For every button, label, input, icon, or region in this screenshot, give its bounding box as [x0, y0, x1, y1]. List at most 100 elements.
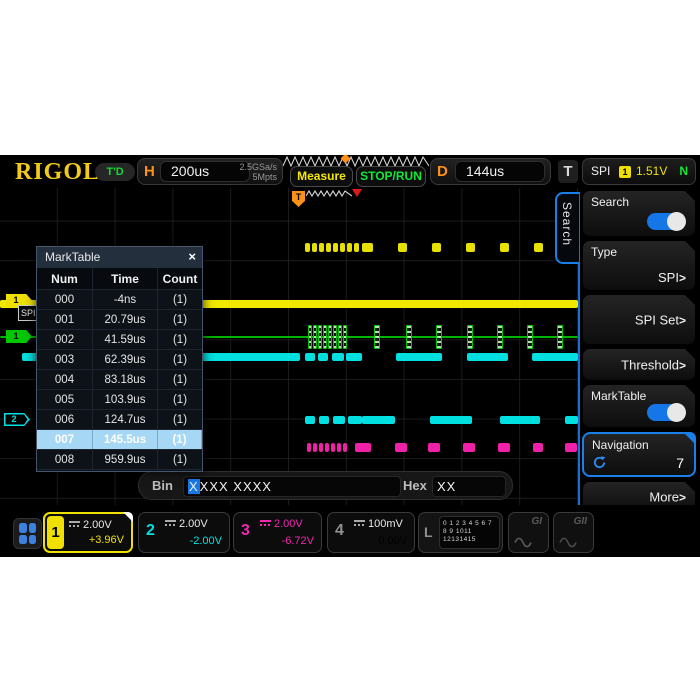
marktable-row[interactable]: 00483.18us(1) [37, 370, 202, 390]
timebase-value[interactable]: 200us [160, 161, 250, 182]
marker-label: 1 [6, 330, 26, 343]
channel-scale: 2.00V [260, 518, 303, 530]
bin-cursor: X [188, 479, 200, 494]
logic-row: 0 1 2 3 4 5 6 7 [443, 520, 492, 527]
generator-label: GII [574, 516, 587, 527]
hex-label: Hex [403, 478, 427, 493]
menu-label: Threshold [621, 357, 679, 372]
clk-pulse [328, 325, 332, 349]
channel-offset: 0.00V [378, 535, 407, 547]
ch2-offset-marker[interactable]: 2 [4, 413, 30, 426]
tab-search-label: Search [560, 202, 574, 246]
marktable-cell: 005 [37, 390, 93, 409]
mosi-mark-row [463, 443, 475, 452]
trigger-flag-icon[interactable]: T [292, 191, 305, 207]
marktable-row[interactable]: 005103.9us(1) [37, 390, 202, 410]
delay-value[interactable]: 144us [455, 161, 545, 182]
ch2-trace [318, 353, 328, 361]
channel-3-box[interactable]: 3 2.00V -6.72V [233, 512, 322, 553]
marktable-row[interactable]: 00120.79us(1) [37, 310, 202, 330]
marker-label: 2 [4, 413, 24, 426]
trigger-settings[interactable]: T SPI 1 1.51V N [556, 158, 696, 185]
miso-burst-row [430, 416, 472, 424]
channel-1-box[interactable]: 1 2.00V +3.96V [43, 512, 133, 553]
trigger-info-box[interactable]: SPI 1 1.51V N [582, 158, 696, 185]
marktable-cell: 004 [37, 370, 93, 389]
dc-coupling-icon [69, 521, 80, 527]
marktable-row[interactable]: 008959.9us(1) [37, 450, 202, 470]
measure-button[interactable]: Measure [290, 166, 353, 187]
menu-grid-icon[interactable] [13, 518, 42, 549]
chevron-right-icon: > [679, 358, 686, 372]
menu-value: SPI [658, 270, 679, 285]
menu-label: Search [591, 195, 629, 209]
channel-2-box[interactable]: 2 2.00V -2.00V [138, 512, 230, 553]
chevron-right-icon: > [679, 313, 686, 327]
generator-2-box[interactable]: GII [553, 512, 594, 553]
mosi-mark-row [319, 443, 323, 452]
trigger-position-icon[interactable] [352, 189, 362, 197]
marktable-row[interactable]: 000-4ns(1) [37, 290, 202, 310]
search-mark-row [305, 243, 310, 252]
delay-settings[interactable]: D 144us [430, 158, 551, 185]
clk-pulse [497, 325, 503, 349]
clk-channel-marker[interactable]: 1 [6, 330, 32, 343]
decode-value-bar: Bin XXXX XXXX Hex XX [138, 471, 513, 500]
trigger-type: SPI [591, 164, 610, 178]
generator-1-box[interactable]: GI [508, 512, 549, 553]
miso-burst-row [565, 416, 578, 424]
clk-pulse [338, 325, 342, 349]
stop-run-button[interactable]: STOP/RUN [356, 166, 426, 187]
menu-navigation[interactable]: Navigation 7 [582, 432, 696, 477]
toggle-knob [667, 403, 686, 422]
marktable-cell: (1) [158, 370, 202, 389]
logic-channels-box[interactable]: L 0 1 2 3 4 5 6 78 9 1011 12131415 [418, 512, 503, 553]
miso-burst-row [348, 416, 362, 424]
marktable-row[interactable]: 007145.5us(1) [37, 430, 202, 450]
tab-search[interactable]: Search [555, 192, 579, 264]
marktable-cell: 006 [37, 410, 93, 429]
search-mark-row [362, 243, 373, 252]
clk-pulse [374, 325, 380, 349]
ch2-trace [396, 353, 442, 361]
logic-row: 8 9 1011 12131415 [443, 528, 476, 543]
menu-spi-set[interactable]: SPI Set> [582, 294, 696, 345]
search-mark-row [312, 243, 317, 252]
menu-marktable[interactable]: MarkTable [582, 384, 696, 428]
mosi-mark-row [533, 443, 543, 452]
marktable-row[interactable]: 006124.7us(1) [37, 410, 202, 430]
dc-coupling-icon [354, 520, 365, 526]
marktable-row[interactable]: 00241.59us(1) [37, 330, 202, 350]
channel-4-box[interactable]: 4 100mV 0.00V [327, 512, 415, 553]
channel-number: 1 [47, 516, 64, 549]
marktable-header-row: Num Time Count [37, 268, 202, 290]
marktable-cell: (1) [158, 330, 202, 349]
close-icon[interactable]: × [188, 249, 196, 264]
horizontal-settings[interactable]: H 200us 2.5GSa/s5Mpts [137, 158, 283, 185]
t-label: T [558, 160, 578, 183]
trigger-source-badge: 1 [619, 166, 631, 178]
toggle-knob [667, 212, 686, 231]
marktable-titlebar[interactable]: MarkTable × [37, 247, 202, 268]
search-mark-row [466, 243, 475, 252]
mosi-mark-row [331, 443, 335, 452]
menu-search[interactable]: Search [582, 190, 696, 237]
channel-offset: -6.72V [282, 535, 314, 547]
search-mark-row [534, 243, 543, 252]
marktable-toggle[interactable] [647, 404, 685, 421]
ch2-trace [532, 353, 578, 361]
channel-scale: 2.00V [165, 518, 208, 530]
menu-threshold[interactable]: Threshold> [582, 348, 696, 381]
marktable-cell: -4ns [93, 290, 158, 309]
mosi-mark-row [307, 443, 311, 452]
marktable-cell: (1) [158, 430, 202, 449]
mosi-mark-row [498, 443, 510, 452]
navigation-knob-icon [592, 455, 607, 470]
channel-offset: +3.96V [89, 534, 124, 546]
menu-type[interactable]: Type SPI> [582, 240, 696, 291]
search-toggle[interactable] [647, 213, 685, 230]
ch2-trace [467, 353, 508, 361]
marktable-row[interactable]: 00362.39us(1) [37, 350, 202, 370]
ch2-trace [305, 353, 315, 361]
trigger-zigzag-icon [306, 189, 352, 198]
